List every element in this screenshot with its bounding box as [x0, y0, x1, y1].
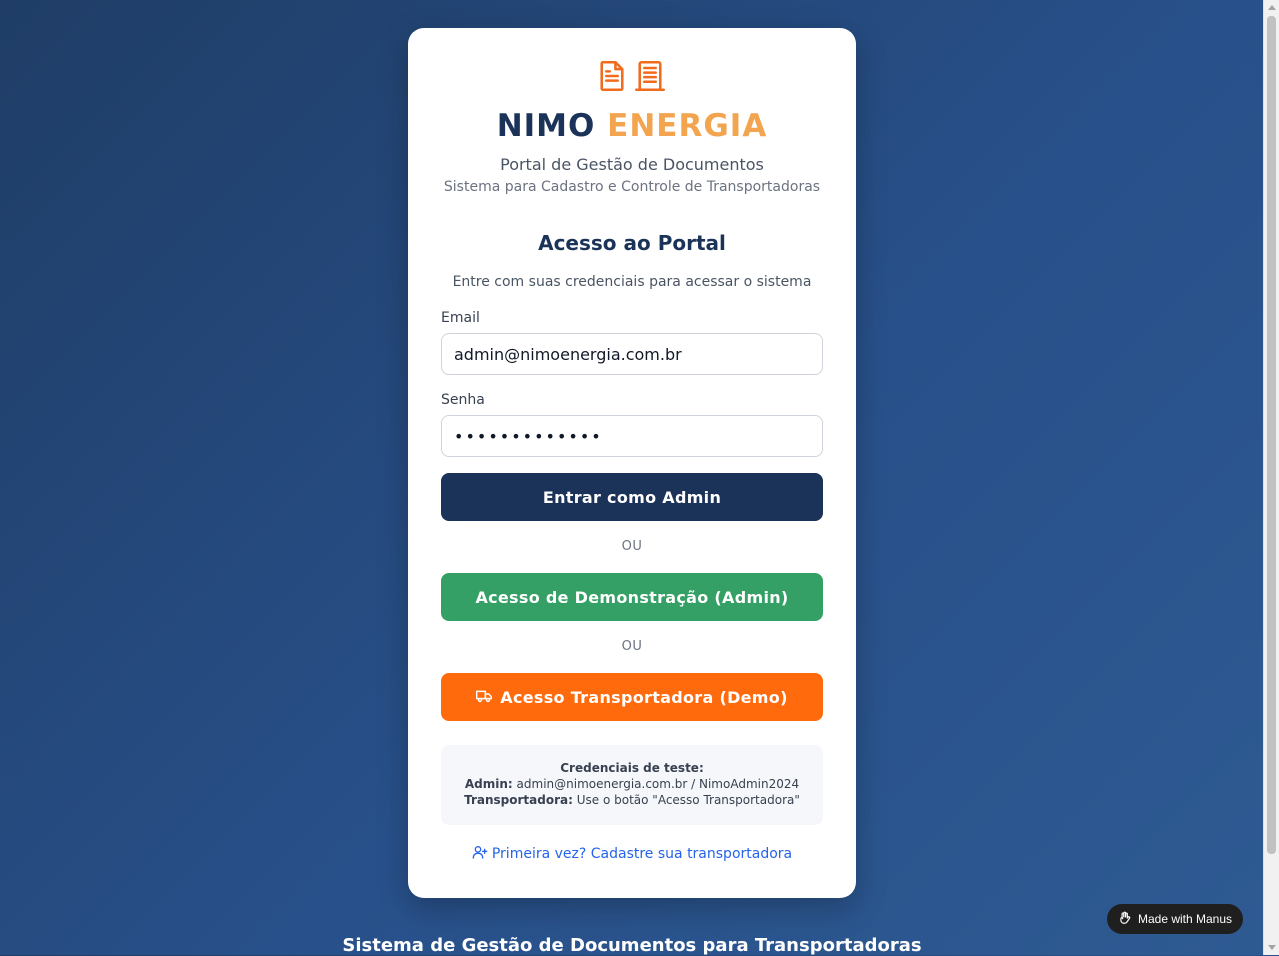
transport-demo-button[interactable]: Acesso Transportadora (Demo)	[441, 673, 823, 721]
vertical-scrollbar[interactable]	[1263, 0, 1279, 955]
user-plus-icon	[472, 844, 488, 864]
email-field[interactable]: admin@nimoenergia.com.br	[441, 333, 823, 375]
transport-demo-label: Acesso Transportadora (Demo)	[500, 687, 788, 707]
scrollbar-thumb[interactable]	[1267, 16, 1276, 854]
register-link[interactable]: Primeira vez? Cadastre sua transportador…	[408, 844, 856, 864]
scroll-down-arrow-icon[interactable]	[1268, 945, 1276, 950]
register-link-label: Primeira vez? Cadastre sua transportador…	[491, 846, 793, 862]
password-value: •••••••••••••	[454, 426, 603, 446]
footer-title: Sistema de Gestão de Documentos para Tra…	[342, 935, 922, 956]
credentials-admin-label: Admin:	[464, 777, 513, 791]
credentials-transport-label: Transportadora:	[464, 793, 573, 807]
admin-login-button[interactable]: Entrar como Admin	[441, 473, 823, 521]
portal-tagline: Sistema para Cadastro e Controle de Tran…	[443, 179, 821, 195]
login-card: NIMO ENERGIA Portal de Gestão de Documen…	[408, 28, 856, 898]
email-value: admin@nimoenergia.com.br	[454, 344, 682, 364]
or-divider-2: OU	[621, 639, 643, 654]
password-label: Senha	[441, 392, 485, 408]
brand-name-part2: ENERGIA	[607, 108, 768, 144]
or-divider-1: OU	[621, 539, 643, 554]
scroll-up-arrow-icon[interactable]	[1268, 5, 1276, 10]
portal-subtitle: Portal de Gestão de Documentos	[500, 155, 764, 174]
demo-admin-label: Acesso de Demonstração (Admin)	[475, 587, 789, 607]
manus-hand-icon	[1118, 911, 1132, 928]
admin-login-label: Entrar como Admin	[542, 487, 722, 507]
file-text-icon	[598, 60, 626, 96]
brand-name-part1: NIMO	[496, 108, 596, 144]
credentials-transport-value: Use o botão "Acesso Transportadora"	[576, 793, 800, 807]
login-description: Entre com suas credenciais para acessar …	[452, 274, 812, 290]
login-heading: Acesso ao Portal	[538, 231, 726, 255]
credentials-title: Credenciais de teste:	[560, 761, 704, 775]
made-with-manus-badge[interactable]: Made with Manus	[1107, 904, 1243, 934]
demo-admin-button[interactable]: Acesso de Demonstração (Admin)	[441, 573, 823, 621]
email-label: Email	[441, 310, 480, 326]
truck-icon	[476, 688, 493, 707]
manus-badge-label: Made with Manus	[1137, 912, 1233, 926]
logo-icons	[408, 60, 856, 96]
building-icon	[634, 60, 666, 96]
credentials-admin-value: admin@nimoenergia.com.br / NimoAdmin2024	[516, 777, 800, 791]
brand-title: NIMO ENERGIA	[408, 108, 856, 144]
password-field[interactable]: •••••••••••••	[441, 415, 823, 457]
test-credentials-box: Credenciais de teste: Admin: admin@nimoe…	[441, 745, 823, 825]
